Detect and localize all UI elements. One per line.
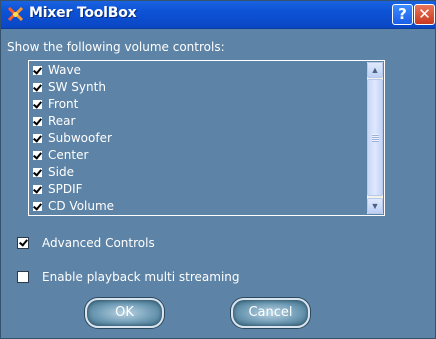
multi-streaming-checkbox[interactable]	[17, 271, 29, 283]
volume-controls-prompt: Show the following volume controls:	[7, 40, 225, 54]
list-item[interactable]: SPDIF	[33, 181, 83, 197]
list-item[interactable]: Subwoofer	[33, 130, 112, 146]
list-item[interactable]: CD Volume	[33, 198, 114, 214]
list-item-checkbox[interactable]	[33, 65, 42, 75]
list-item-label: Center	[48, 148, 89, 162]
list-item-checkbox[interactable]	[33, 167, 42, 177]
list-item-label: Side	[48, 165, 74, 179]
list-scrollbar[interactable]: ▲ ▼	[367, 62, 383, 214]
advanced-controls-checkbox[interactable]	[17, 237, 29, 249]
multi-streaming-option[interactable]: Enable playback multi streaming	[17, 269, 240, 285]
list-item-label: Wave	[48, 63, 81, 77]
mixer-icon	[7, 6, 24, 22]
close-icon: ✕	[418, 5, 431, 23]
scrollbar-thumb[interactable]	[367, 79, 383, 196]
list-item-label: Subwoofer	[48, 131, 112, 145]
help-icon: ?	[398, 5, 407, 23]
grip-icon	[372, 134, 379, 142]
chevron-down-icon[interactable]: ▼	[367, 198, 383, 214]
list-item-checkbox[interactable]	[33, 133, 42, 143]
list-item[interactable]: Wave	[33, 62, 81, 78]
close-button[interactable]: ✕	[414, 4, 435, 25]
list-item[interactable]: Side	[33, 164, 74, 180]
list-item[interactable]: SW Synth	[33, 79, 106, 95]
cancel-button[interactable]: Cancel	[231, 298, 310, 328]
list-item-label: SPDIF	[48, 182, 83, 196]
list-item-checkbox[interactable]	[33, 116, 42, 126]
mixer-toolbox-dialog: Mixer ToolBox ? ✕ Show the following vol…	[0, 0, 436, 339]
chevron-up-icon[interactable]: ▲	[367, 62, 383, 78]
list-item-checkbox[interactable]	[33, 82, 42, 92]
multi-streaming-label: Enable playback multi streaming	[42, 270, 240, 284]
list-item[interactable]: Front	[33, 96, 78, 112]
list-item-checkbox[interactable]	[33, 201, 42, 211]
volume-controls-list[interactable]: Wave SW Synth Front Rear Subwoofer Cente…	[28, 60, 385, 216]
list-item-checkbox[interactable]	[33, 99, 42, 109]
list-item-label: CD Volume	[48, 199, 115, 213]
list-item[interactable]: Rear	[33, 113, 75, 129]
list-item-label: Front	[48, 97, 79, 111]
title-bar[interactable]: Mixer ToolBox ? ✕	[1, 1, 435, 29]
window-title: Mixer ToolBox	[29, 5, 137, 21]
list-item[interactable]: Center	[33, 147, 88, 163]
list-item-label: Rear	[48, 114, 76, 128]
advanced-controls-option[interactable]: Advanced Controls	[17, 235, 155, 251]
ok-button[interactable]: OK	[85, 298, 164, 328]
help-button[interactable]: ?	[392, 4, 413, 25]
advanced-controls-label: Advanced Controls	[42, 236, 155, 250]
list-item-checkbox[interactable]	[33, 184, 42, 194]
list-item-label: SW Synth	[48, 80, 106, 94]
list-item-checkbox[interactable]	[33, 150, 42, 160]
